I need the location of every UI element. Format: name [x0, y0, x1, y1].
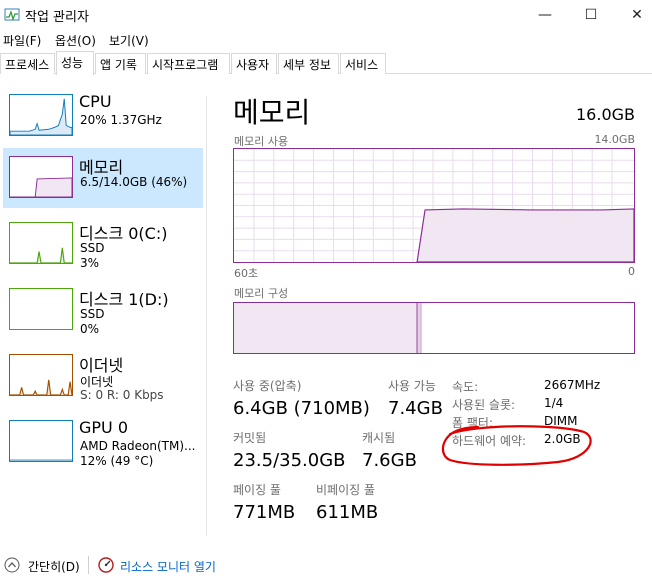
sidebar-sub2: 3% [80, 256, 100, 270]
tab-services[interactable]: 서비스 [340, 53, 386, 74]
sidebar-sub: 6.5/14.0GB (46%) [80, 175, 188, 189]
bottom-bar: 간단히(D) 리소스 모니터 열기 [0, 554, 652, 580]
sidebar-title: CPU [79, 92, 112, 111]
menu-view[interactable]: 보기(V) [109, 32, 149, 49]
sidebar-divider [206, 96, 207, 536]
disk1-thumbnail [9, 288, 73, 330]
menu-file[interactable]: 파일(F) [3, 32, 41, 49]
in-use-label: 사용 중(압축) [233, 379, 302, 393]
available-label: 사용 가능 [388, 379, 436, 393]
annotation-circle [441, 425, 592, 466]
tab-startup[interactable]: 시작프로그램 [147, 53, 230, 74]
paged-pool-label: 페이징 풀 [233, 483, 281, 497]
resource-monitor-link[interactable]: 리소스 모니터 열기 [120, 558, 216, 575]
memory-thumbnail [9, 156, 73, 198]
sidebar-item-cpu[interactable]: CPU 20% 1.37GHz [3, 86, 203, 146]
sidebar-item-gpu[interactable]: GPU 0 AMD Radeon(TM)... 12% (49 °C) [3, 412, 203, 472]
memory-usage-graph [233, 148, 635, 263]
nonpaged-pool-label: 비페이징 풀 [316, 483, 376, 497]
tab-performance[interactable]: 성능 [56, 51, 94, 75]
sidebar-sub: SSD [80, 307, 105, 321]
minimize-button[interactable]: — [522, 0, 568, 30]
sidebar-sub: AMD Radeon(TM)... [80, 439, 196, 453]
window-title: 작업 관리자 [25, 10, 89, 25]
sidebar-sub2: 0% [80, 322, 100, 336]
available-value: 7.4GB [388, 398, 443, 419]
detail-label: 속도: [452, 380, 479, 394]
committed-label: 커밋됨 [233, 431, 267, 445]
resource-sidebar: CPU 20% 1.37GHz 메모리 6.5/14.0GB (46%) 디스크… [0, 86, 206, 546]
memory-usage-area [416, 208, 634, 262]
detail-value: 2667MHz [544, 378, 601, 392]
menu-bar: 파일(F) 옵션(O) 보기(V) [0, 30, 652, 50]
menu-options[interactable]: 옵션(O) [55, 32, 96, 49]
bottom-divider [88, 556, 89, 574]
minimize-icon: — [538, 7, 552, 23]
usage-graph-label: 메모리 사용 [234, 135, 289, 148]
tab-users[interactable]: 사용자 [231, 53, 277, 74]
close-icon: ✕ [631, 7, 643, 23]
memory-total: 16.0GB [576, 105, 635, 124]
sidebar-sub2: 12% (49 °C) [80, 454, 154, 468]
nonpaged-pool-value: 611MB [316, 502, 379, 523]
resource-monitor-icon [98, 557, 114, 573]
composition-label: 메모리 구성 [234, 287, 289, 300]
committed-value: 23.5/35.0GB [233, 450, 346, 471]
gpu-thumbnail [9, 420, 73, 462]
maximize-button[interactable]: ☐ [568, 0, 614, 30]
chevron-up-icon[interactable] [4, 557, 20, 573]
detail-label: 사용된 슬롯: [452, 398, 516, 412]
task-manager-icon [4, 8, 20, 22]
sidebar-item-ethernet[interactable]: 이더넷 이더넷 S: 0 R: 0 Kbps [3, 346, 203, 406]
usage-graph-max: 14.0GB [594, 133, 635, 146]
tab-details[interactable]: 세부 정보 [278, 53, 339, 74]
tab-bar: 프로세스 성능 앱 기록 시작프로그램 사용자 세부 정보 서비스 [0, 51, 652, 75]
composition-in-use [234, 303, 418, 353]
disk0-thumbnail [9, 222, 73, 264]
sidebar-title: GPU 0 [79, 418, 129, 437]
ethernet-thumbnail [9, 354, 73, 396]
cached-label: 캐시됨 [362, 431, 396, 445]
sidebar-item-disk0[interactable]: 디스크 0(C:) SSD 3% [3, 214, 203, 274]
detail-value: 1/4 [544, 396, 564, 410]
memory-composition-bar [233, 302, 635, 354]
close-button[interactable]: ✕ [614, 0, 652, 30]
page-title: 메모리 [233, 96, 311, 129]
paged-pool-value: 771MB [233, 502, 296, 523]
sidebar-sub: 20% 1.37GHz [80, 113, 162, 127]
axis-left-label: 60초 [234, 267, 259, 280]
cached-value: 7.6GB [362, 450, 417, 471]
sidebar-item-memory[interactable]: 메모리 6.5/14.0GB (46%) [3, 148, 203, 208]
title-bar: 작업 관리자 — ☐ ✕ [0, 0, 652, 30]
in-use-value: 6.4GB (710MB) [233, 398, 370, 419]
sidebar-sub: SSD [80, 241, 105, 255]
axis-right-label: 0 [628, 265, 635, 278]
maximize-icon: ☐ [584, 7, 598, 23]
tab-processes[interactable]: 프로세스 [0, 53, 55, 74]
sidebar-item-disk1[interactable]: 디스크 1(D:) SSD 0% [3, 280, 203, 340]
fewer-details-link[interactable]: 간단히(D) [28, 558, 80, 575]
tab-app-history[interactable]: 앱 기록 [95, 53, 146, 74]
sidebar-sub2: S: 0 R: 0 Kbps [80, 388, 164, 402]
cpu-thumbnail [9, 94, 73, 136]
